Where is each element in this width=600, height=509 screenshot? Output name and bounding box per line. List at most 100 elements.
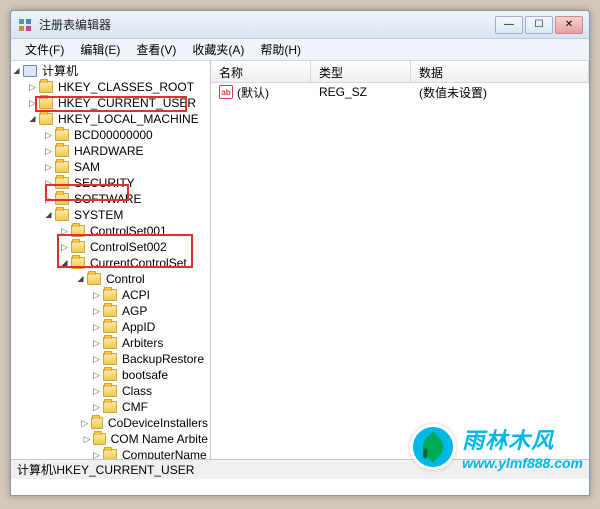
folder-icon xyxy=(39,81,53,93)
window-controls: — ☐ ✕ xyxy=(495,16,583,34)
maximize-button[interactable]: ☐ xyxy=(525,16,553,34)
app-icon xyxy=(17,17,33,33)
expander-icon[interactable] xyxy=(91,386,102,397)
tree-hklm-child[interactable]: SECURITY xyxy=(11,175,210,191)
tree-pane[interactable]: 计算机HKEY_CLASSES_ROOTHKEY_CURRENT_USERHKE… xyxy=(11,61,211,459)
content-area: 计算机HKEY_CLASSES_ROOTHKEY_CURRENT_USERHKE… xyxy=(11,61,589,459)
folder-icon xyxy=(71,241,85,253)
string-value-icon: ab xyxy=(219,85,233,99)
folder-icon xyxy=(103,337,117,349)
folder-icon xyxy=(91,417,103,429)
folder-icon xyxy=(103,369,117,381)
folder-icon xyxy=(103,305,117,317)
expander-icon[interactable] xyxy=(91,402,102,413)
computer-icon xyxy=(23,65,37,77)
expander-icon[interactable] xyxy=(43,162,54,173)
folder-icon xyxy=(55,129,69,141)
folder-icon xyxy=(55,209,69,221)
folder-icon xyxy=(55,193,69,205)
expander-icon[interactable] xyxy=(59,258,70,269)
expander-icon[interactable] xyxy=(91,370,102,381)
tree-hklm-child[interactable]: HARDWARE xyxy=(11,143,210,159)
expander-icon[interactable] xyxy=(91,290,102,301)
menu-view[interactable]: 查看(V) xyxy=(128,39,184,60)
registry-editor-window: 注册表编辑器 — ☐ ✕ 文件(F) 编辑(E) 查看(V) 收藏夹(A) 帮助… xyxy=(10,10,590,496)
menu-favorites[interactable]: 收藏夹(A) xyxy=(184,39,252,60)
menu-help[interactable]: 帮助(H) xyxy=(252,39,309,60)
folder-icon xyxy=(103,449,117,459)
tree-control-child[interactable]: bootsafe xyxy=(11,367,210,383)
tree-cs001[interactable]: ControlSet001 xyxy=(11,223,210,239)
tree-hkcr[interactable]: HKEY_CLASSES_ROOT xyxy=(11,79,210,95)
expander-icon[interactable] xyxy=(82,434,92,445)
header-data[interactable]: 数据 xyxy=(411,61,589,82)
tree-system[interactable]: SYSTEM xyxy=(11,207,210,223)
tree-control-child[interactable]: COM Name Arbite xyxy=(11,431,210,447)
tree-ccs[interactable]: CurrentControlSet xyxy=(11,255,210,271)
value-data: (数值未设置) xyxy=(411,83,589,102)
menu-edit[interactable]: 编辑(E) xyxy=(72,39,128,60)
expander-icon[interactable] xyxy=(91,322,102,333)
tree-control-child[interactable]: AGP xyxy=(11,303,210,319)
expander-icon[interactable] xyxy=(43,194,54,205)
expander-icon[interactable] xyxy=(27,98,38,109)
expander-icon[interactable] xyxy=(91,338,102,349)
expander-icon[interactable] xyxy=(91,450,102,460)
watermark: 雨林木风 www.ylmf888.com xyxy=(410,423,583,471)
menu-file[interactable]: 文件(F) xyxy=(17,39,72,60)
folder-icon xyxy=(71,225,85,237)
tree-control-child[interactable]: CMF xyxy=(11,399,210,415)
titlebar[interactable]: 注册表编辑器 — ☐ ✕ xyxy=(11,11,589,39)
folder-icon xyxy=(55,145,69,157)
value-type: REG_SZ xyxy=(311,84,411,100)
folder-icon xyxy=(103,289,117,301)
watermark-url: www.ylmf888.com xyxy=(462,455,583,471)
expander-icon[interactable] xyxy=(11,66,22,77)
expander-icon[interactable] xyxy=(43,130,54,141)
tree-control[interactable]: Control xyxy=(11,271,210,287)
folder-icon xyxy=(103,401,117,413)
tree-hklm-child[interactable]: SAM xyxy=(11,159,210,175)
expander-icon[interactable] xyxy=(43,210,54,221)
minimize-button[interactable]: — xyxy=(495,16,523,34)
tree-hklm-child[interactable]: SOFTWARE xyxy=(11,191,210,207)
folder-icon xyxy=(103,353,117,365)
expander-icon[interactable] xyxy=(59,226,70,237)
folder-icon xyxy=(87,273,101,285)
tree-hklm-child[interactable]: BCD00000000 xyxy=(11,127,210,143)
expander-icon[interactable] xyxy=(27,114,38,125)
folder-icon xyxy=(39,113,53,125)
expander-icon[interactable] xyxy=(59,242,70,253)
tree-control-child[interactable]: ACPI xyxy=(11,287,210,303)
expander-icon[interactable] xyxy=(27,82,38,93)
list-header: 名称 类型 数据 xyxy=(211,61,589,83)
list-pane: 名称 类型 数据 ab (默认) REG_SZ (数值未设置) xyxy=(211,61,589,459)
tree-control-child[interactable]: CoDeviceInstallers xyxy=(11,415,210,431)
folder-icon xyxy=(55,161,69,173)
folder-icon xyxy=(103,385,117,397)
list-row[interactable]: ab (默认) REG_SZ (数值未设置) xyxy=(211,83,589,101)
header-name[interactable]: 名称 xyxy=(211,61,311,82)
expander-icon[interactable] xyxy=(91,354,102,365)
tree-hkcu[interactable]: HKEY_CURRENT_USER xyxy=(11,95,210,111)
tree-control-child[interactable]: BackupRestore xyxy=(11,351,210,367)
tree-control-child[interactable]: Class xyxy=(11,383,210,399)
tree-hklm[interactable]: HKEY_LOCAL_MACHINE xyxy=(11,111,210,127)
folder-icon xyxy=(55,177,69,189)
status-path: 计算机\HKEY_CURRENT_USER xyxy=(17,461,194,478)
header-type[interactable]: 类型 xyxy=(311,61,411,82)
close-button[interactable]: ✕ xyxy=(555,16,583,34)
tree-cs002[interactable]: ControlSet002 xyxy=(11,239,210,255)
tree-control-child[interactable]: ComputerName xyxy=(11,447,210,459)
expander-icon[interactable] xyxy=(80,418,90,429)
expander-icon[interactable] xyxy=(43,146,54,157)
window-title: 注册表编辑器 xyxy=(39,16,495,33)
menubar: 文件(F) 编辑(E) 查看(V) 收藏夹(A) 帮助(H) xyxy=(11,39,589,61)
expander-icon[interactable] xyxy=(43,178,54,189)
value-name: (默认) xyxy=(237,84,269,101)
expander-icon[interactable] xyxy=(91,306,102,317)
tree-control-child[interactable]: AppID xyxy=(11,319,210,335)
tree-computer[interactable]: 计算机 xyxy=(11,63,210,79)
expander-icon[interactable] xyxy=(75,274,86,285)
tree-control-child[interactable]: Arbiters xyxy=(11,335,210,351)
